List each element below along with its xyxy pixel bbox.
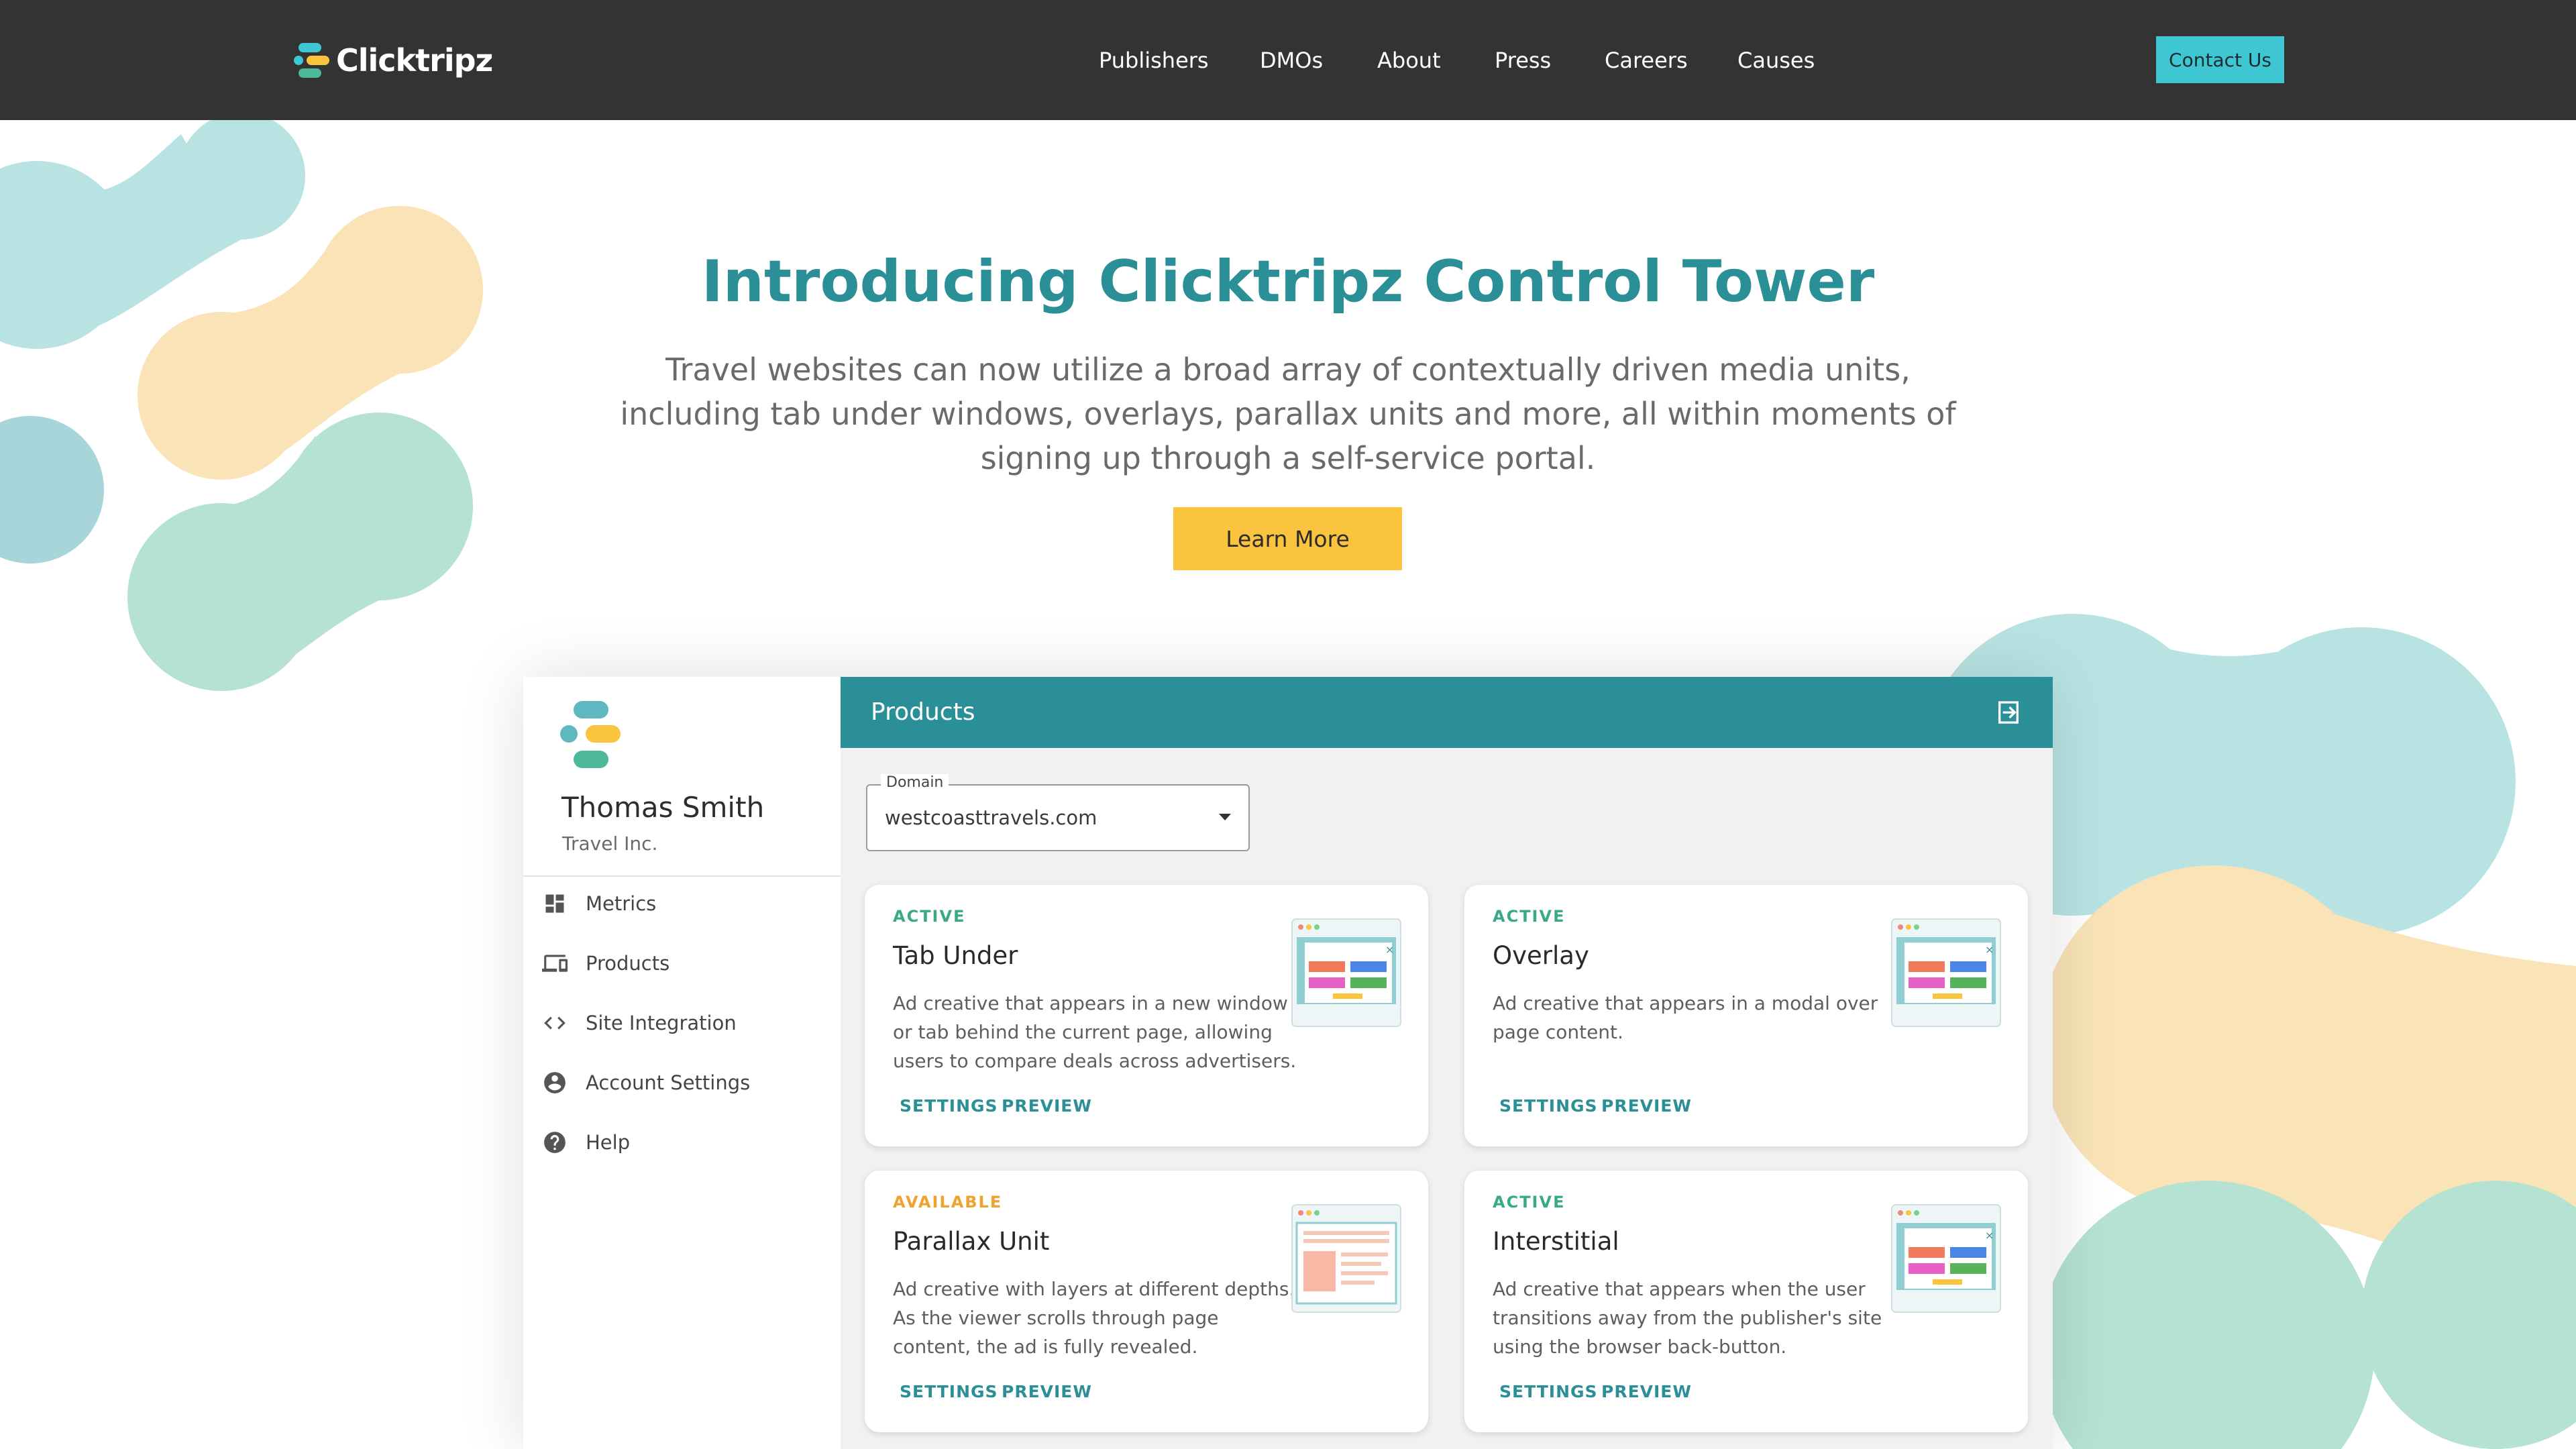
nav-item-about[interactable]: About: [1377, 43, 1441, 78]
sidebar-item-label: Account Settings: [586, 1071, 751, 1094]
sidebar-item-metrics[interactable]: Metrics: [523, 877, 841, 930]
status-badge: AVAILABLE: [893, 1193, 1003, 1212]
nav-item-press[interactable]: Press: [1495, 43, 1551, 78]
nav-item-careers[interactable]: Careers: [1605, 43, 1688, 78]
svg-text:×: ×: [1385, 943, 1394, 956]
help-icon: [541, 1129, 568, 1156]
card-description: Ad creative that appears in a modal over…: [1493, 992, 1878, 1043]
nav-item-dmos[interactable]: DMOs: [1260, 43, 1323, 78]
status-badge: ACTIVE: [893, 907, 966, 926]
product-card-overlay: ACTIVE Overlay Ad creative that appears …: [1464, 885, 2028, 1146]
products-panel: Products Domain westcoasttravels.com ACT…: [841, 677, 2053, 1449]
nav-item-causes[interactable]: Causes: [1737, 43, 1815, 78]
card-title: Interstitial: [1493, 1227, 1619, 1256]
user-organization: Travel Inc.: [562, 833, 658, 855]
account-circle-icon: [541, 1069, 568, 1096]
preview-button[interactable]: PREVIEW: [1601, 1096, 1692, 1116]
sidebar-item-label: Help: [586, 1131, 631, 1154]
top-nav-bar: Clicktripz Publishers DMOs About Press C…: [0, 0, 2576, 120]
status-badge: ACTIVE: [1493, 1193, 1566, 1212]
card-description: Ad creative that appears in a new window…: [893, 992, 1297, 1072]
sidebar-item-label: Site Integration: [586, 1012, 737, 1034]
tab-under-thumbnail-icon: ×: [1291, 918, 1401, 1027]
sidebar-logo-icon: [560, 698, 634, 772]
product-card-tab-under: ACTIVE Tab Under Ad creative that appear…: [865, 885, 1428, 1146]
settings-button[interactable]: SETTINGS: [900, 1096, 998, 1116]
sidebar-item-label: Metrics: [586, 892, 657, 915]
sidebar-item-account-settings[interactable]: Account Settings: [523, 1056, 841, 1110]
preview-button[interactable]: PREVIEW: [1002, 1096, 1092, 1116]
domain-select[interactable]: Domain westcoasttravels.com: [866, 774, 1250, 851]
interstitial-thumbnail-icon: ×: [1891, 1204, 2001, 1313]
dashboard-icon: [541, 890, 568, 917]
settings-button[interactable]: SETTINGS: [1499, 1096, 1598, 1116]
settings-button[interactable]: SETTINGS: [1499, 1382, 1598, 1401]
nav-item-publishers[interactable]: Publishers: [1099, 43, 1209, 78]
card-description: Ad creative that appears when the user t…: [1493, 1278, 1882, 1358]
code-icon: [541, 1010, 568, 1036]
product-card-interstitial: ACTIVE Interstitial Ad creative that app…: [1464, 1171, 2028, 1432]
parallax-thumbnail-icon: [1291, 1204, 1401, 1313]
dashboard-sidebar: Thomas Smith Travel Inc. Metrics Product…: [523, 677, 842, 1449]
contact-us-button[interactable]: Contact Us: [2156, 36, 2284, 83]
product-card-parallax-unit: AVAILABLE Parallax Unit Ad creative with…: [865, 1171, 1428, 1432]
user-name: Thomas Smith: [561, 791, 765, 824]
devices-icon: [541, 950, 568, 977]
hero-subtitle: Travel websites can now utilize a broad …: [620, 352, 1956, 476]
hero-title: Introducing Clicktripz Control Tower: [701, 248, 1875, 315]
sidebar-item-label: Products: [586, 952, 670, 975]
card-title: Overlay: [1493, 941, 1589, 970]
svg-text:×: ×: [1985, 943, 1994, 956]
sidebar-item-site-integration[interactable]: Site Integration: [523, 996, 841, 1050]
sidebar-item-products[interactable]: Products: [523, 936, 841, 990]
panel-title: Products: [871, 698, 975, 726]
card-description: Ad creative with layers at different dep…: [893, 1278, 1295, 1358]
svg-text:×: ×: [1985, 1229, 1994, 1242]
settings-button[interactable]: SETTINGS: [900, 1382, 998, 1401]
overlay-thumbnail-icon: ×: [1891, 918, 2001, 1027]
preview-button[interactable]: PREVIEW: [1601, 1382, 1692, 1401]
card-title: Parallax Unit: [893, 1227, 1050, 1256]
learn-more-button[interactable]: Learn More: [1173, 507, 1402, 570]
dashboard-preview: Thomas Smith Travel Inc. Metrics Product…: [523, 677, 2053, 1449]
preview-button[interactable]: PREVIEW: [1002, 1382, 1092, 1401]
card-title: Tab Under: [893, 941, 1018, 970]
domain-value: westcoasttravels.com: [885, 806, 1097, 829]
panel-header: Products: [841, 677, 2053, 748]
sidebar-item-help[interactable]: Help: [523, 1116, 841, 1169]
caret-down-icon: [1219, 814, 1231, 820]
status-badge: ACTIVE: [1493, 907, 1566, 926]
logout-icon[interactable]: [1995, 699, 2022, 726]
